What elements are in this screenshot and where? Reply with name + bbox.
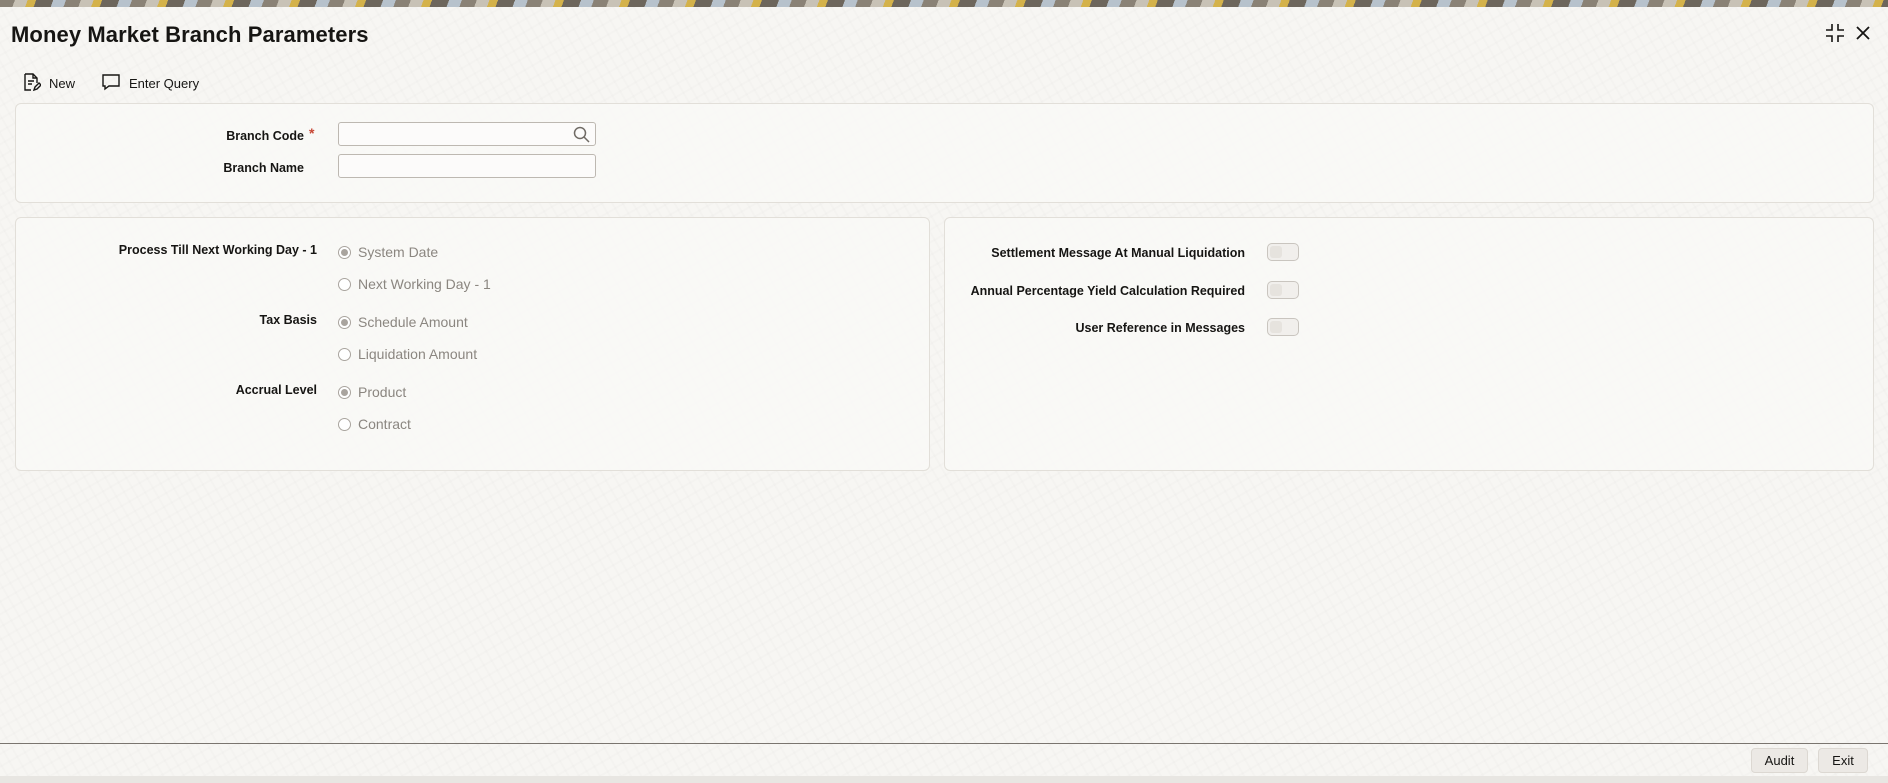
collapse-icon[interactable] — [1824, 22, 1846, 44]
apy-calculation-toggle[interactable] — [1267, 281, 1299, 299]
radio-selected-icon — [338, 385, 351, 399]
apy-calculation-label: Annual Percentage Yield Calculation Requ… — [970, 284, 1245, 298]
accrual-level-label: Accrual Level — [235, 383, 317, 397]
speech-bubble-icon — [101, 72, 121, 95]
enter-query-button[interactable]: Enter Query — [101, 72, 199, 94]
radio-selected-icon — [338, 245, 351, 259]
branch-name-label: Branch Name — [223, 161, 304, 175]
radio-product[interactable]: Product — [338, 384, 406, 400]
radio-label: Contract — [358, 416, 411, 432]
radio-label: Next Working Day - 1 — [358, 276, 491, 292]
page-title: Money Market Branch Parameters — [11, 22, 369, 47]
radio-label: Product — [358, 384, 407, 400]
settlement-message-label: Settlement Message At Manual Liquidation — [991, 246, 1245, 260]
header-banner-strip — [0, 0, 1888, 7]
new-button[interactable]: New — [21, 72, 75, 94]
radio-unselected-icon — [338, 417, 351, 431]
new-button-label: New — [49, 75, 76, 91]
radio-label: Schedule Amount — [358, 314, 468, 330]
close-icon[interactable] — [1852, 22, 1874, 44]
user-reference-toggle[interactable] — [1267, 318, 1299, 336]
radio-unselected-icon — [338, 277, 351, 291]
audit-button[interactable]: Audit — [1751, 748, 1808, 773]
radio-liquidation-amount[interactable]: Liquidation Amount — [338, 346, 477, 362]
process-till-label: Process Till Next Working Day - 1 — [118, 243, 317, 257]
exit-button[interactable]: Exit — [1818, 748, 1868, 773]
enter-query-button-label: Enter Query — [129, 75, 200, 91]
radio-label: System Date — [358, 244, 439, 260]
radio-selected-icon — [338, 315, 351, 329]
tax-basis-label: Tax Basis — [259, 313, 317, 327]
radio-unselected-icon — [338, 347, 351, 361]
required-marker: * — [309, 125, 315, 141]
footer-bar — [0, 776, 1888, 783]
search-icon[interactable] — [573, 126, 590, 148]
radio-system-date[interactable]: System Date — [338, 244, 438, 260]
branch-name-field[interactable] — [338, 154, 596, 178]
settlement-message-toggle[interactable] — [1267, 243, 1299, 261]
branch-code-label: Branch Code — [226, 129, 304, 143]
radio-next-working-day[interactable]: Next Working Day - 1 — [338, 276, 491, 292]
radio-label: Liquidation Amount — [358, 346, 478, 362]
branch-code-field[interactable] — [338, 122, 596, 146]
user-reference-label: User Reference in Messages — [1075, 321, 1245, 335]
branch-header-panel — [15, 103, 1874, 203]
radio-contract[interactable]: Contract — [338, 416, 411, 432]
footer-divider — [0, 743, 1888, 744]
new-document-icon — [21, 72, 42, 95]
radio-schedule-amount[interactable]: Schedule Amount — [338, 314, 468, 330]
